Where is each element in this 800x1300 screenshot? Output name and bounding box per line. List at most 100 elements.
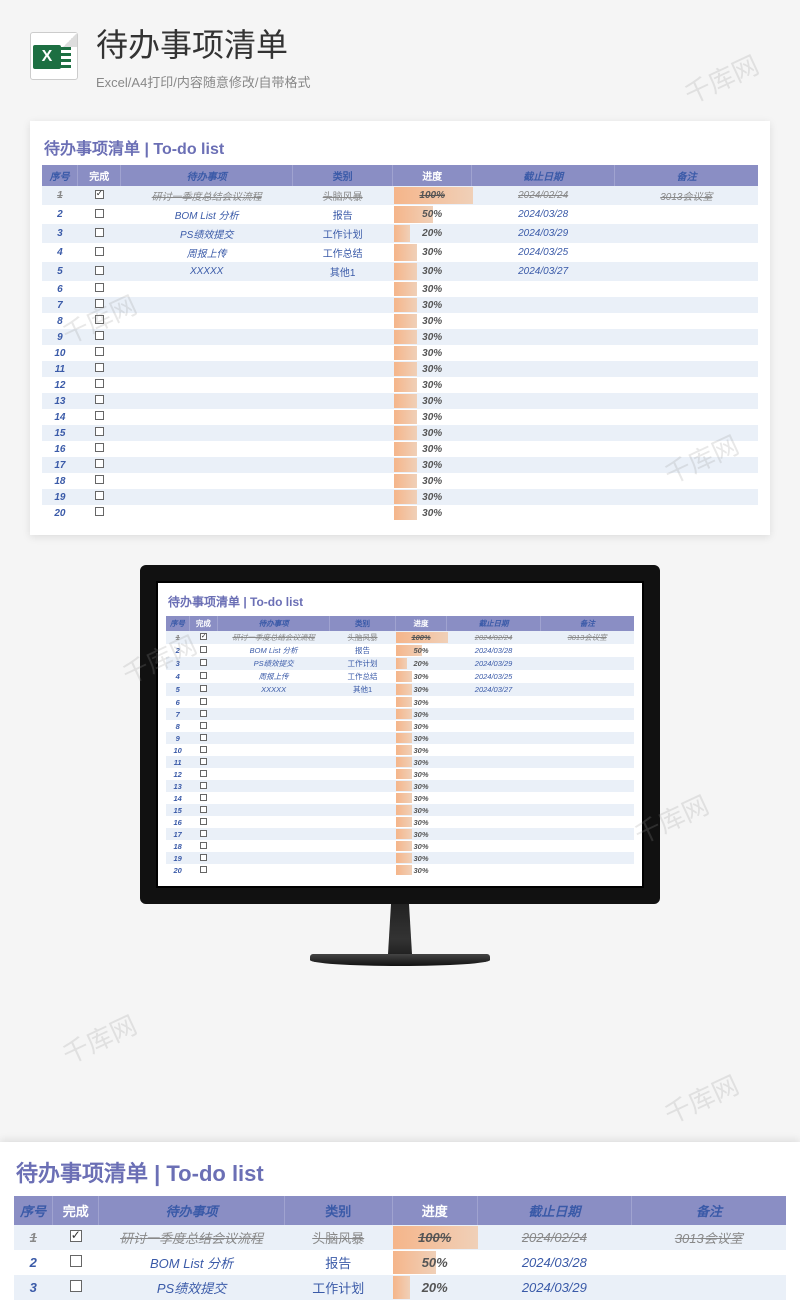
cell-note[interactable]: [615, 262, 758, 281]
cell-note[interactable]: [615, 205, 758, 224]
checkbox-icon[interactable]: [95, 443, 104, 452]
cell-progress[interactable]: 30%: [395, 864, 446, 876]
cell-category[interactable]: 工作计划: [284, 1275, 392, 1300]
cell-task[interactable]: [121, 377, 293, 393]
cell-note[interactable]: [615, 345, 758, 361]
cell-task[interactable]: [121, 393, 293, 409]
checkbox-icon[interactable]: [200, 672, 207, 679]
cell-progress[interactable]: 30%: [393, 393, 472, 409]
cell-progress[interactable]: 30%: [395, 696, 446, 708]
cell-done[interactable]: [189, 840, 217, 852]
cell-category[interactable]: [330, 756, 396, 768]
cell-deadline[interactable]: [447, 720, 541, 732]
cell-progress[interactable]: 30%: [395, 670, 446, 683]
cell-category[interactable]: [293, 377, 393, 393]
cell-note[interactable]: [540, 657, 634, 670]
cell-done[interactable]: [189, 768, 217, 780]
cell-deadline[interactable]: [447, 864, 541, 876]
cell-done[interactable]: [78, 262, 121, 281]
cell-task[interactable]: [121, 425, 293, 441]
cell-done[interactable]: [189, 780, 217, 792]
cell-note[interactable]: [540, 670, 634, 683]
cell-progress[interactable]: 30%: [395, 732, 446, 744]
cell-task[interactable]: [217, 792, 329, 804]
cell-note[interactable]: [615, 441, 758, 457]
cell-done[interactable]: [78, 473, 121, 489]
cell-task[interactable]: [217, 816, 329, 828]
cell-category[interactable]: 工作总结: [293, 243, 393, 262]
cell-note[interactable]: [540, 708, 634, 720]
cell-deadline[interactable]: [472, 425, 615, 441]
cell-task[interactable]: BOM List 分析: [99, 1250, 284, 1275]
cell-note[interactable]: [540, 732, 634, 744]
cell-task[interactable]: [121, 409, 293, 425]
cell-progress[interactable]: 30%: [393, 409, 472, 425]
checkbox-icon[interactable]: [95, 475, 104, 484]
cell-done[interactable]: [78, 489, 121, 505]
cell-done[interactable]: [78, 329, 121, 345]
cell-deadline[interactable]: [472, 505, 615, 521]
cell-done[interactable]: [78, 205, 121, 224]
cell-task[interactable]: XXXXX: [217, 683, 329, 696]
cell-progress[interactable]: 30%: [395, 816, 446, 828]
cell-progress[interactable]: 30%: [393, 361, 472, 377]
cell-category[interactable]: 工作计划: [330, 657, 396, 670]
cell-done[interactable]: [189, 670, 217, 683]
cell-done[interactable]: [189, 804, 217, 816]
cell-progress[interactable]: 30%: [393, 505, 472, 521]
cell-task[interactable]: XXXXX: [121, 262, 293, 281]
cell-deadline[interactable]: 2024/02/24: [477, 1225, 631, 1250]
checkbox-icon[interactable]: [70, 1280, 82, 1292]
cell-task[interactable]: [217, 828, 329, 840]
cell-deadline[interactable]: 2024/03/29: [477, 1275, 631, 1300]
cell-done[interactable]: [78, 224, 121, 243]
cell-progress[interactable]: 30%: [393, 377, 472, 393]
checkbox-icon[interactable]: [200, 734, 207, 741]
cell-deadline[interactable]: 2024/03/28: [472, 205, 615, 224]
cell-done[interactable]: [78, 313, 121, 329]
cell-note[interactable]: [615, 505, 758, 521]
checkbox-icon[interactable]: [200, 659, 207, 666]
checkbox-icon[interactable]: [200, 854, 207, 861]
cell-task[interactable]: [217, 840, 329, 852]
cell-progress[interactable]: 30%: [395, 780, 446, 792]
checkbox-icon[interactable]: [200, 830, 207, 837]
cell-deadline[interactable]: 2024/03/29: [472, 224, 615, 243]
checkbox-icon[interactable]: [95, 491, 104, 500]
cell-done[interactable]: [78, 441, 121, 457]
cell-category[interactable]: 头脑风暴: [284, 1225, 392, 1250]
checkbox-icon[interactable]: [95, 190, 104, 199]
cell-deadline[interactable]: [447, 828, 541, 840]
cell-task[interactable]: BOM List 分析: [217, 644, 329, 657]
cell-deadline[interactable]: 2024/03/29: [447, 657, 541, 670]
cell-task[interactable]: [217, 720, 329, 732]
cell-task[interactable]: [217, 768, 329, 780]
cell-task[interactable]: [121, 313, 293, 329]
cell-deadline[interactable]: [447, 852, 541, 864]
cell-progress[interactable]: 30%: [393, 489, 472, 505]
checkbox-icon[interactable]: [200, 770, 207, 777]
cell-note[interactable]: [615, 409, 758, 425]
cell-deadline[interactable]: [447, 708, 541, 720]
cell-task[interactable]: [121, 441, 293, 457]
cell-deadline[interactable]: [447, 696, 541, 708]
cell-note[interactable]: [540, 828, 634, 840]
checkbox-icon[interactable]: [200, 646, 207, 653]
cell-category[interactable]: [330, 816, 396, 828]
cell-task[interactable]: [121, 361, 293, 377]
cell-category[interactable]: [293, 409, 393, 425]
checkbox-icon[interactable]: [200, 818, 207, 825]
cell-done[interactable]: [78, 297, 121, 313]
cell-progress[interactable]: 100%: [395, 631, 446, 644]
cell-task[interactable]: PS绩效提交: [99, 1275, 284, 1300]
cell-deadline[interactable]: [472, 409, 615, 425]
cell-note[interactable]: [615, 457, 758, 473]
cell-done[interactable]: [78, 243, 121, 262]
cell-deadline[interactable]: [472, 441, 615, 457]
cell-note[interactable]: [615, 377, 758, 393]
checkbox-icon[interactable]: [200, 698, 207, 705]
cell-done[interactable]: [189, 744, 217, 756]
cell-task[interactable]: [121, 489, 293, 505]
checkbox-icon[interactable]: [200, 806, 207, 813]
checkbox-icon[interactable]: [70, 1230, 82, 1242]
